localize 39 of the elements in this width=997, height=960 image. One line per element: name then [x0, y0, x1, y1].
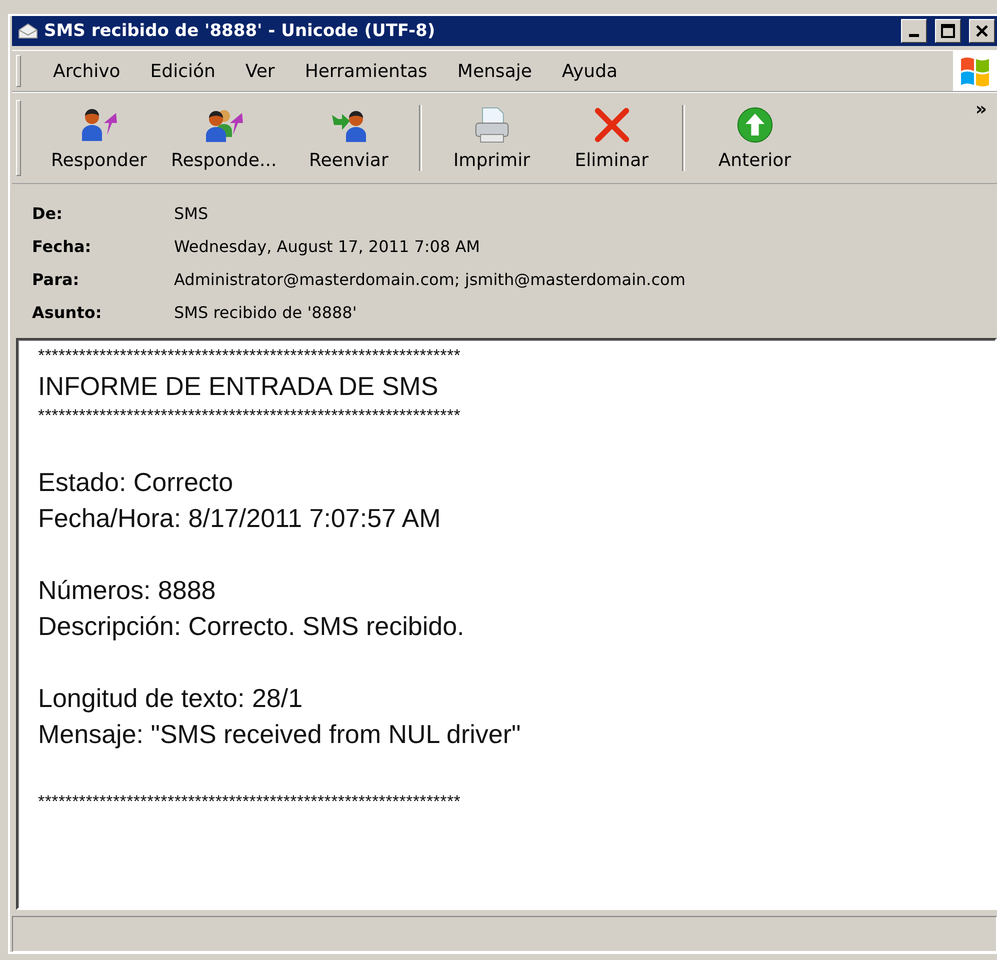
- report-line: Números: 8888: [38, 574, 217, 607]
- header-value: Wednesday, August 17, 2011 7:08 AM: [174, 237, 481, 256]
- close-button[interactable]: [969, 19, 995, 43]
- menu-item[interactable]: Herramientas: [290, 60, 444, 82]
- maximize-icon: [941, 24, 955, 38]
- toolbar-button[interactable]: Responde...: [159, 102, 289, 174]
- report-line: Estado: Correcto: [38, 466, 234, 499]
- asterisk-rule: **************************************************************: [38, 405, 462, 427]
- menu-item[interactable]: Mensaje: [443, 60, 548, 82]
- report-line: Mensaje: "SMS received from NUL driver": [38, 718, 522, 751]
- header-value: Administrator@masterdomain.com; jsmith@masterdomain.com: [174, 270, 686, 289]
- maximize-button[interactable]: [935, 19, 961, 43]
- close-icon: [975, 24, 989, 38]
- asterisk-rule: **************************************************************: [38, 345, 462, 367]
- asterisk-rule: **************************************************************: [38, 791, 462, 813]
- minimize-icon: [909, 34, 919, 37]
- menu-item[interactable]: Edición: [136, 60, 232, 82]
- minimize-button[interactable]: [901, 19, 927, 43]
- report-title: INFORME DE ENTRADA DE SMS: [38, 370, 440, 403]
- toolbar-overflow-chevron[interactable]: »: [975, 99, 987, 120]
- toolbar-button[interactable]: Eliminar: [552, 102, 672, 174]
- report-line: Longitud de texto: 28/1: [38, 682, 304, 715]
- report-line: Fecha/Hora: 8/17/2011 7:07:57 AM: [38, 502, 442, 535]
- header-label: Para:: [32, 270, 80, 289]
- toolbar-button[interactable]: Reenviar: [288, 102, 409, 174]
- menu-item[interactable]: Ayuda: [548, 60, 634, 82]
- header-value: SMS recibido de '8888': [174, 303, 358, 322]
- envelope-icon: [18, 23, 38, 39]
- menu-item[interactable]: Ver: [231, 60, 291, 82]
- header-label: Fecha:: [32, 237, 92, 256]
- toolbar-button[interactable]: Imprimir: [432, 102, 552, 174]
- toolbar-button[interactable]: Anterior: [694, 102, 815, 174]
- menu-item[interactable]: Archivo: [39, 60, 136, 82]
- window-title: SMS recibido de '8888' - Unicode (UTF-8): [44, 21, 436, 41]
- toolbar-button[interactable]: Responder: [39, 102, 159, 174]
- report-line: Descripción: Correcto. SMS recibido.: [38, 610, 466, 643]
- header-label: De:: [32, 204, 64, 223]
- header-label: Asunto:: [32, 303, 103, 322]
- header-value: SMS: [174, 204, 210, 223]
